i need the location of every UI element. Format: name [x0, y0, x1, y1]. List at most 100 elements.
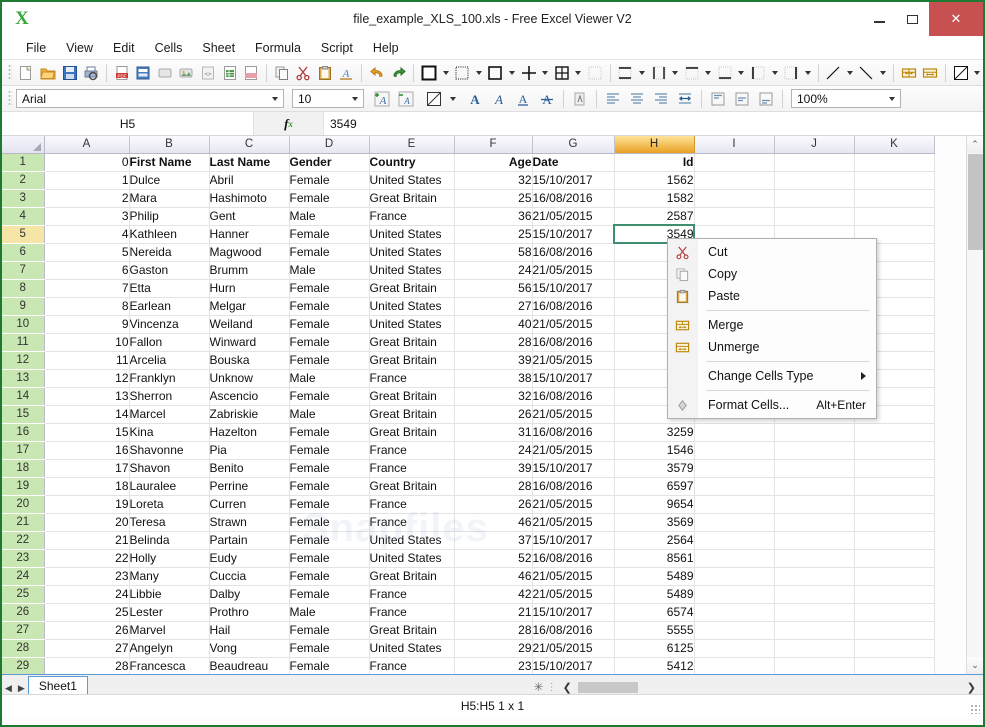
cell-H3[interactable]: 1582	[614, 189, 695, 208]
cell-I29[interactable]	[694, 657, 775, 674]
cell-D17[interactable]: Female	[289, 441, 370, 460]
cell-B17[interactable]: Shavonne	[129, 441, 210, 460]
menu-help[interactable]: Help	[363, 39, 409, 57]
cell-G10[interactable]: 21/05/2015	[532, 315, 615, 334]
cell-G27[interactable]: 16/08/2016	[532, 621, 615, 640]
cell-D15[interactable]: Male	[289, 405, 370, 424]
cell-A1[interactable]: 0	[44, 153, 130, 172]
row-header-3[interactable]: 3	[2, 189, 45, 208]
cell-B10[interactable]: Vincenza	[129, 315, 210, 334]
cell-I27[interactable]	[694, 621, 775, 640]
sheet-tab-sheet1[interactable]: Sheet1	[27, 676, 88, 694]
cell-J4[interactable]	[774, 207, 855, 226]
cell-E16[interactable]: Great Britain	[369, 423, 455, 442]
paste-button[interactable]	[315, 62, 335, 84]
border-left-right-dropdown[interactable]	[669, 62, 681, 84]
cell-G22[interactable]: 15/10/2017	[532, 531, 615, 550]
new-button[interactable]	[17, 62, 37, 84]
cell-K27[interactable]	[854, 621, 935, 640]
cell-K22[interactable]	[854, 531, 935, 550]
cell-J22[interactable]	[774, 531, 855, 550]
cell-F15[interactable]: 26	[454, 405, 533, 424]
cell-B5[interactable]: Kathleen	[129, 225, 210, 244]
row-header-26[interactable]: 26	[2, 603, 45, 622]
name-box[interactable]: H5	[2, 112, 254, 135]
cell-G24[interactable]: 21/05/2015	[532, 567, 615, 586]
cell-K3[interactable]	[854, 189, 935, 208]
cell-A13[interactable]: 12	[44, 369, 130, 388]
cell-G2[interactable]: 15/10/2017	[532, 171, 615, 190]
cell-H29[interactable]: 5412	[614, 657, 695, 674]
border-left-button[interactable]	[748, 62, 768, 84]
cell-K20[interactable]	[854, 495, 935, 514]
border-top-bottom-button[interactable]	[616, 62, 636, 84]
cell-G28[interactable]: 21/05/2015	[532, 639, 615, 658]
cell-C3[interactable]: Hashimoto	[209, 189, 290, 208]
cell-G25[interactable]: 21/05/2015	[532, 585, 615, 604]
align-center-button[interactable]	[626, 88, 648, 110]
hscroll-left-button[interactable]: ❮	[560, 681, 575, 694]
cell-G1[interactable]: Date	[532, 153, 615, 172]
row-header-10[interactable]: 10	[2, 315, 45, 334]
column-header-g[interactable]: G	[532, 136, 615, 154]
cell-A20[interactable]: 19	[44, 495, 130, 514]
cell-H20[interactable]: 9654	[614, 495, 695, 514]
horizontal-scroll-thumb[interactable]	[577, 681, 638, 693]
sheet-next-button[interactable]: ▶	[18, 683, 25, 694]
column-header-e[interactable]: E	[369, 136, 455, 154]
cell-F10[interactable]: 40	[454, 315, 533, 334]
column-header-h[interactable]: H	[614, 136, 695, 154]
merge-cells-button[interactable]	[899, 62, 919, 84]
cell-A6[interactable]: 5	[44, 243, 130, 262]
cell-G9[interactable]: 16/08/2016	[532, 297, 615, 316]
border-cross-dropdown[interactable]	[539, 62, 551, 84]
cell-B11[interactable]: Fallon	[129, 333, 210, 352]
cell-F13[interactable]: 38	[454, 369, 533, 388]
cell-I28[interactable]	[694, 639, 775, 658]
cell-F22[interactable]: 37	[454, 531, 533, 550]
cell-J27[interactable]	[774, 621, 855, 640]
cell-H17[interactable]: 1546	[614, 441, 695, 460]
cell-E3[interactable]: Great Britain	[369, 189, 455, 208]
cell-G6[interactable]: 16/08/2016	[532, 243, 615, 262]
cell-A11[interactable]: 10	[44, 333, 130, 352]
cell-D16[interactable]: Female	[289, 423, 370, 442]
cell-B15[interactable]: Marcel	[129, 405, 210, 424]
scroll-down-button[interactable]: ⌄	[966, 657, 983, 674]
cell-C26[interactable]: Prothro	[209, 603, 290, 622]
redo-button[interactable]	[389, 62, 409, 84]
cell-D22[interactable]: Female	[289, 531, 370, 550]
strikethrough-button[interactable]: A	[536, 88, 558, 110]
cell-A24[interactable]: 23	[44, 567, 130, 586]
row-header-24[interactable]: 24	[2, 567, 45, 586]
cell-E13[interactable]: France	[369, 369, 455, 388]
cell-C6[interactable]: Magwood	[209, 243, 290, 262]
cell-G21[interactable]: 21/05/2015	[532, 513, 615, 532]
row-header-23[interactable]: 23	[2, 549, 45, 568]
cell-E8[interactable]: Great Britain	[369, 279, 455, 298]
cell-A14[interactable]: 13	[44, 387, 130, 406]
cell-B13[interactable]: Franklyn	[129, 369, 210, 388]
cell-D8[interactable]: Female	[289, 279, 370, 298]
row-header-15[interactable]: 15	[2, 405, 45, 424]
cell-F29[interactable]: 23	[454, 657, 533, 674]
cell-J18[interactable]	[774, 459, 855, 478]
cell-I3[interactable]	[694, 189, 775, 208]
cell-D28[interactable]: Female	[289, 639, 370, 658]
cell-J19[interactable]	[774, 477, 855, 496]
cell-B16[interactable]: Kina	[129, 423, 210, 442]
cell-H1[interactable]: Id	[614, 153, 695, 172]
cell-G11[interactable]: 16/08/2016	[532, 333, 615, 352]
save-button[interactable]	[60, 62, 80, 84]
cell-A9[interactable]: 8	[44, 297, 130, 316]
border-right-dropdown[interactable]	[802, 62, 814, 84]
cell-D25[interactable]: Female	[289, 585, 370, 604]
row-header-11[interactable]: 11	[2, 333, 45, 352]
cell-C28[interactable]: Vong	[209, 639, 290, 658]
cell-B8[interactable]: Etta	[129, 279, 210, 298]
cell-H27[interactable]: 5555	[614, 621, 695, 640]
cell-A12[interactable]: 11	[44, 351, 130, 370]
column-header-d[interactable]: D	[289, 136, 370, 154]
context-menu-item-cut[interactable]: Cut	[668, 241, 876, 263]
cell-E10[interactable]: United States	[369, 315, 455, 334]
